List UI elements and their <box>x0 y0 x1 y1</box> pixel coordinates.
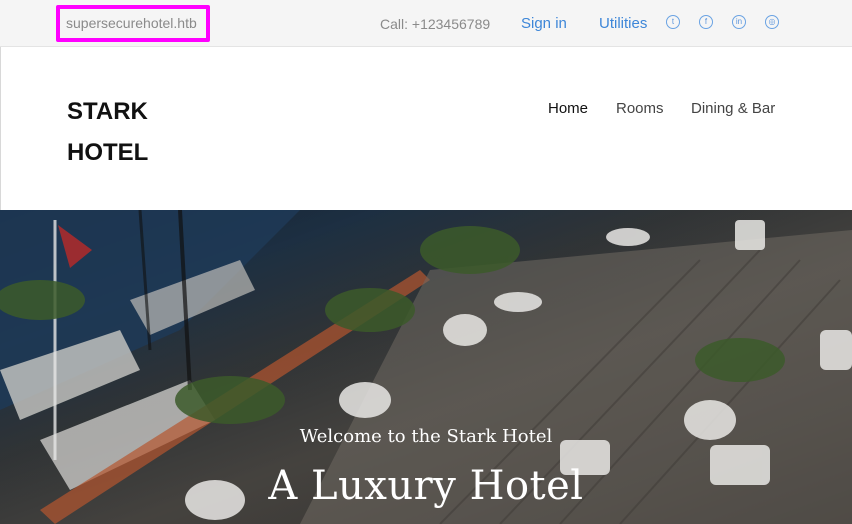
hero-headline: A Luxury Hotel <box>268 463 584 509</box>
utilities-link[interactable]: Utilities <box>599 15 647 32</box>
call-number: Call: +123456789 <box>380 16 491 32</box>
top-utility-bar: supersecurehotel.htb Call: +123456789 Si… <box>0 0 852 47</box>
linkedin-icon[interactable]: in <box>732 15 746 29</box>
site-domain: supersecurehotel.htb <box>66 15 197 31</box>
site-logo[interactable]: STARK HOTEL <box>67 91 187 173</box>
logo-line-2: HOTEL <box>67 139 149 166</box>
twitter-icon[interactable]: t <box>666 15 680 29</box>
hero-banner: Welcome to the Stark Hotel A Luxury Hote… <box>0 210 852 524</box>
hero-welcome-text: Welcome to the Stark Hotel <box>299 426 553 447</box>
nav-dining-bar[interactable]: Dining & Bar <box>691 100 775 117</box>
facebook-icon[interactable]: f <box>699 15 713 29</box>
sign-in-link[interactable]: Sign in <box>521 15 567 32</box>
logo-line-1: STARK <box>67 98 148 125</box>
nav-rooms[interactable]: Rooms <box>616 100 664 117</box>
dribbble-icon[interactable]: ◎ <box>765 15 779 29</box>
site-header: STARK HOTEL Home Rooms Dining & Bar <box>0 47 852 210</box>
nav-home[interactable]: Home <box>548 100 588 117</box>
